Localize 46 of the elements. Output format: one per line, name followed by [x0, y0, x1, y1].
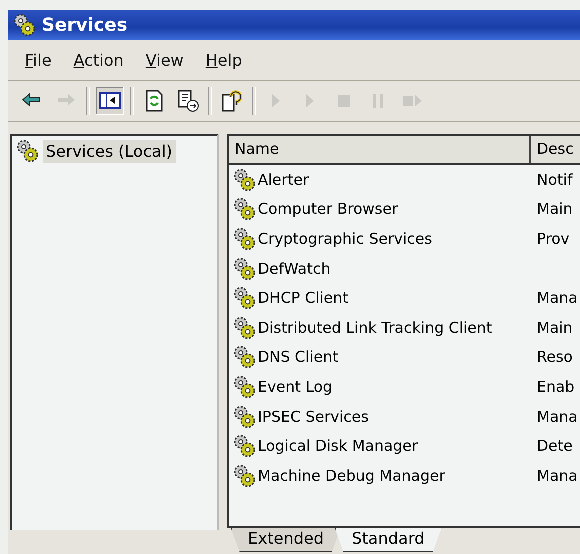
table-cell: IPSEC Services [258, 408, 369, 426]
menu-item[interactable]: View [134, 46, 195, 74]
gears-icon [232, 168, 258, 192]
tab[interactable]: Standard [335, 528, 442, 552]
gears-icon [15, 139, 41, 163]
table-cell: Logical Disk Manager [258, 437, 418, 456]
menu-item[interactable]: File [14, 46, 63, 74]
table-cell: Machine Debug Manager [258, 466, 446, 485]
gears-icon [232, 345, 258, 370]
gears-icon [232, 226, 258, 251]
table-cell-text: Main [536, 318, 573, 337]
table-cell-text: Dete [536, 437, 573, 456]
gears-icon [232, 256, 258, 281]
gears-icon [232, 464, 258, 488]
help-icon [220, 89, 244, 113]
table-cell: DHCP Client [258, 289, 349, 308]
table-cell-text: Main [536, 200, 573, 218]
gears-icon [232, 197, 258, 222]
column-header[interactable]: Desc [531, 136, 580, 163]
tree-item[interactable]: Services (Local) [43, 140, 176, 162]
table-cell: Cryptographic Services [258, 230, 432, 248]
column-header[interactable]: Name [229, 136, 531, 163]
gears-icon [232, 434, 258, 458]
table-cell: Computer Browser [258, 200, 398, 218]
table-cell: DefWatch [258, 260, 331, 278]
services-icon [12, 13, 38, 37]
table-cell-text: Enab [536, 378, 575, 396]
gears-icon [232, 316, 258, 340]
table-cell-text: Reso [536, 348, 573, 366]
gears-icon [232, 374, 258, 399]
menu-item[interactable]: Help [194, 46, 254, 74]
table-cell: Distributed Link Tracking Client [258, 318, 492, 337]
table-cell: DNS Client [258, 348, 338, 366]
table-cell-text: Prov [536, 230, 570, 248]
table-cell-text: Mana [536, 466, 578, 485]
table-cell-text: Mana [536, 289, 578, 308]
export-list-icon [176, 89, 200, 113]
table-cell-text: Mana [536, 408, 578, 426]
gears-icon [232, 286, 258, 310]
gears-icon [232, 404, 258, 429]
table-cell: Alerter [258, 170, 310, 189]
pane-toggle-button[interactable] [96, 87, 124, 115]
window-title: Services [42, 14, 128, 36]
table-cell-text: Notif [536, 170, 573, 189]
table-cell: Event Log [258, 378, 333, 396]
menu-item[interactable]: Action [62, 46, 135, 74]
